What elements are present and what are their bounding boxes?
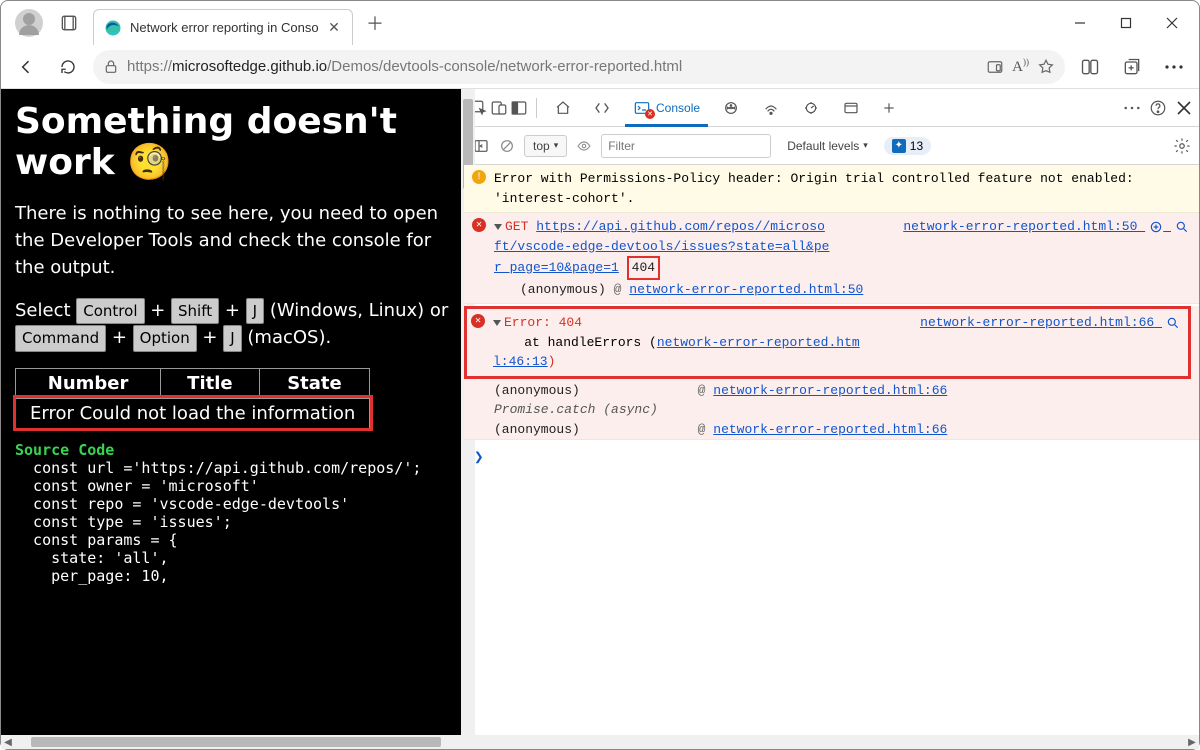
col-title: Title bbox=[161, 368, 260, 398]
page-horizontal-scrollbar[interactable]: ◀ ▶ bbox=[1, 735, 1199, 749]
console-prompt[interactable]: ❯ bbox=[464, 440, 1199, 476]
stack-anon-66a: (anonymous) @ network-error-reported.htm… bbox=[464, 381, 1195, 401]
console-settings-icon[interactable] bbox=[1173, 137, 1191, 155]
window-titlebar: Network error reporting in Conso ✕ ＋ bbox=[1, 1, 1199, 45]
url-box[interactable]: https://microsoftedge.github.io/Demos/de… bbox=[93, 50, 1065, 84]
promise-catch: Promise.catch (async) bbox=[464, 400, 1195, 420]
close-devtools-icon[interactable] bbox=[1175, 99, 1193, 117]
error-icon: ✕ bbox=[471, 314, 485, 328]
read-aloud-icon[interactable]: A)) bbox=[1012, 57, 1029, 76]
browser-tab[interactable]: Network error reporting in Conso ✕ bbox=[93, 9, 353, 45]
help-icon[interactable] bbox=[1149, 99, 1167, 117]
url-text: https://microsoftedge.github.io/Demos/de… bbox=[127, 58, 978, 75]
console-log[interactable]: ! Error with Permissions-Policy header: … bbox=[464, 165, 1199, 735]
site-info-icon[interactable] bbox=[103, 59, 119, 75]
results-table: Number Title State Error Could not load … bbox=[15, 368, 370, 429]
collections-icon[interactable] bbox=[1115, 50, 1149, 84]
tab-more[interactable] bbox=[872, 90, 906, 126]
kbd-j-mac: J bbox=[223, 325, 241, 352]
window-controls bbox=[1057, 7, 1195, 39]
js-error-row: ✕ network-error-reported.html:66 Error: … bbox=[464, 306, 1199, 440]
page-paragraph: There is nothing to see here, you need t… bbox=[15, 200, 449, 281]
device-emulation-icon[interactable] bbox=[490, 99, 508, 117]
network-error-row: ✕ network-error-reported.html:50 GET htt… bbox=[464, 213, 1199, 304]
request-url[interactable]: https://api.github.com/repos//microsoft/… bbox=[494, 219, 829, 275]
profile-avatar[interactable] bbox=[15, 9, 43, 37]
warning-text: Error with Permissions-Policy header: Or… bbox=[494, 171, 1134, 206]
devtools-toolbar: ✕ Console bbox=[464, 89, 1199, 127]
tab-elements[interactable] bbox=[583, 90, 621, 126]
workspaces-icon[interactable] bbox=[53, 7, 85, 39]
col-state: State bbox=[259, 368, 370, 398]
tab-performance[interactable] bbox=[792, 90, 830, 126]
issues-badge[interactable]: ✦13 bbox=[884, 137, 931, 155]
error-cell: Error Could not load the information bbox=[16, 398, 370, 428]
kbd-option: Option bbox=[133, 325, 197, 352]
kbd-command: Command bbox=[15, 325, 106, 352]
close-window-button[interactable] bbox=[1149, 7, 1195, 39]
issues-icon: ✦ bbox=[892, 139, 906, 153]
tab-welcome[interactable] bbox=[545, 90, 581, 126]
tab-title: Network error reporting in Conso bbox=[130, 20, 326, 35]
back-button[interactable] bbox=[9, 50, 43, 84]
col-number: Number bbox=[16, 368, 161, 398]
kbd-shift: Shift bbox=[171, 298, 219, 325]
keyboard-instructions: Select Control + Shift + J (Windows, Lin… bbox=[15, 297, 449, 352]
tab-console[interactable]: ✕ Console bbox=[623, 90, 710, 126]
error-icon: ✕ bbox=[472, 218, 486, 232]
warning-icon: ! bbox=[472, 170, 486, 184]
split-screen-icon[interactable] bbox=[1073, 50, 1107, 84]
disclosure-icon[interactable] bbox=[493, 320, 501, 326]
trace-link-66a[interactable]: network-error-reported.html:66 bbox=[713, 383, 947, 398]
minimize-button[interactable] bbox=[1057, 7, 1103, 39]
scroll-left-arrow[interactable]: ◀ bbox=[1, 737, 15, 748]
disclosure-icon[interactable] bbox=[494, 224, 502, 230]
context-selector[interactable]: top▾ bbox=[524, 135, 567, 157]
maximize-button[interactable] bbox=[1103, 7, 1149, 39]
page-heading: Something doesn't work 🧐 bbox=[15, 101, 449, 184]
new-tab-button[interactable]: ＋ bbox=[359, 7, 391, 39]
source-link[interactable]: network-error-reported.html:50 bbox=[903, 217, 1189, 237]
devtools-panel: ✕ Console top▾ Default levels ▾ ✦13 bbox=[463, 89, 1199, 735]
log-levels-selector[interactable]: Default levels ▾ bbox=[779, 136, 876, 156]
console-filter-bar: top▾ Default levels ▾ ✦13 bbox=[464, 127, 1199, 165]
overflow-menu-icon[interactable] bbox=[1157, 50, 1191, 84]
trace-link-66b[interactable]: network-error-reported.html:66 bbox=[713, 422, 947, 437]
source-link[interactable]: network-error-reported.html:66 bbox=[920, 313, 1180, 333]
favorite-star-icon[interactable] bbox=[1037, 58, 1055, 76]
warning-row: ! Error with Permissions-Policy header: … bbox=[464, 165, 1199, 213]
devtools-more-icon[interactable] bbox=[1123, 99, 1141, 117]
stack-anon-50: (anonymous) @ network-error-reported.htm… bbox=[494, 280, 1189, 300]
trace-link-50[interactable]: network-error-reported.html:50 bbox=[629, 282, 863, 297]
status-404: 404 bbox=[627, 256, 660, 280]
demo-page: Something doesn't work 🧐 There is nothin… bbox=[1, 89, 463, 735]
stack-anon-66b: (anonymous) @ network-error-reported.htm… bbox=[464, 420, 1195, 440]
clear-console-icon[interactable] bbox=[498, 137, 516, 155]
tab-network[interactable] bbox=[752, 90, 790, 126]
scroll-right-arrow[interactable]: ▶ bbox=[1185, 737, 1199, 748]
address-bar: https://microsoftedge.github.io/Demos/de… bbox=[1, 45, 1199, 89]
error-head: Error: 404 bbox=[504, 315, 582, 330]
kbd-control: Control bbox=[76, 298, 144, 325]
app-mode-icon[interactable] bbox=[986, 58, 1004, 76]
live-expression-icon[interactable] bbox=[575, 137, 593, 155]
tab-close-icon[interactable]: ✕ bbox=[326, 20, 342, 36]
filter-input[interactable] bbox=[601, 134, 771, 158]
refresh-button[interactable] bbox=[51, 50, 85, 84]
source-code-block: Source Code const url ='https://api.gith… bbox=[15, 441, 449, 585]
content-split: Something doesn't work 🧐 There is nothin… bbox=[1, 89, 1199, 735]
tab-sources[interactable] bbox=[712, 90, 750, 126]
edge-favicon bbox=[104, 19, 122, 37]
console-tab-label: Console bbox=[656, 101, 700, 115]
dock-side-icon[interactable] bbox=[510, 99, 528, 117]
kbd-j: J bbox=[246, 298, 264, 325]
tab-application[interactable] bbox=[832, 90, 870, 126]
